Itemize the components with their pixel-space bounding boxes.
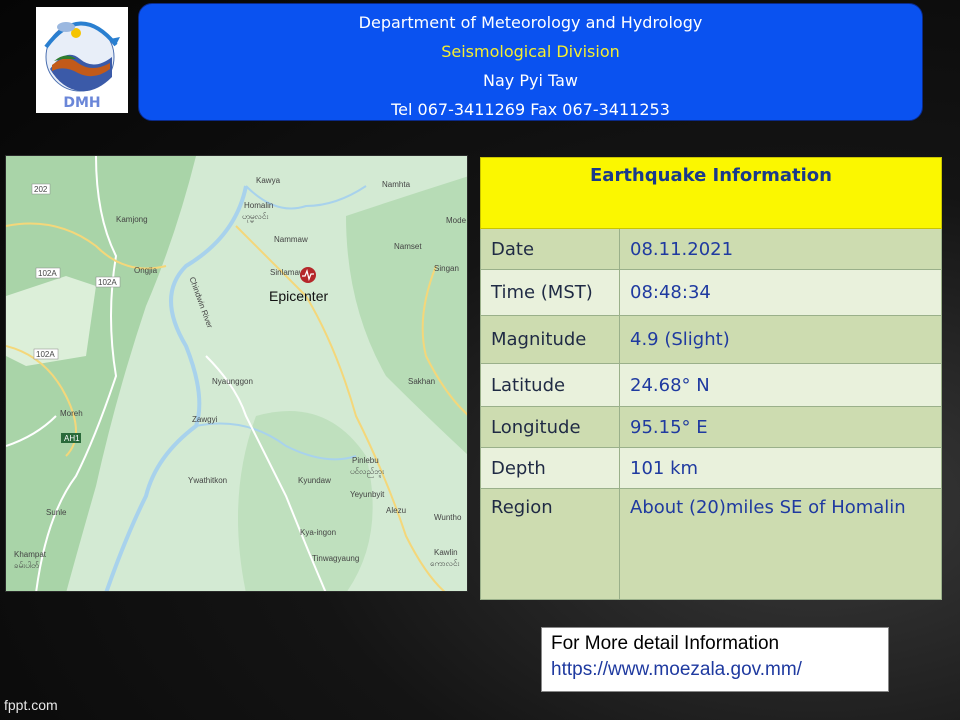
dmh-logo: DMH (36, 7, 128, 113)
row-value: About (20)miles SE of Homalin (619, 488, 942, 600)
city-name: Nay Pyi Taw (483, 71, 578, 90)
division-name: Seismological Division (441, 42, 620, 61)
place-mode: Mode (446, 216, 467, 225)
place-ywathitkon: Ywathitkon (188, 476, 228, 485)
row-value: 101 km (619, 447, 942, 489)
row-value: 4.9 (Slight) (619, 315, 942, 364)
row-label: Date (480, 228, 620, 270)
row-value: 24.68° N (619, 363, 942, 407)
row-label: Region (480, 488, 620, 600)
place-kyundaw: Kyundaw (298, 476, 331, 485)
place-nammaw: Nammaw (274, 235, 308, 244)
dmh-logo-emblem: DMH (44, 21, 120, 111)
place-pinlebu-mm: ပင်လည်ဘူး (350, 467, 384, 476)
place-moreh: Moreh (60, 409, 83, 418)
place-alezu: Alezu (386, 506, 407, 515)
place-khampat: Khampat (14, 550, 47, 559)
epicenter-label: Epicenter (269, 288, 329, 304)
contact-info: Tel 067-3411269 Fax 067-3411253 (391, 100, 670, 119)
place-namhta: Namhta (382, 180, 411, 189)
place-tinwagyaung: Tinwagyaung (312, 554, 360, 563)
place-kawya: Kawya (256, 176, 281, 185)
row-label: Longitude (480, 406, 620, 448)
row-label: Time (MST) (480, 269, 620, 316)
row-label: Latitude (480, 363, 620, 407)
place-singan: Singan (434, 264, 459, 273)
place-sakhan: Sakhan (408, 377, 436, 386)
more-info-box: For More detail Information https://www.… (541, 627, 889, 692)
place-ongjia: Ongjia (134, 266, 158, 275)
table-row: Latitude 24.68° N (480, 363, 942, 407)
more-info-text: For More detail Information (551, 633, 780, 654)
place-kawlin: Kawlin (434, 548, 458, 557)
header-banner: Department of Meteorology and Hydrology … (138, 3, 923, 121)
road-label-ah1: AH1 (64, 434, 80, 443)
place-zawgyi: Zawgyi (192, 415, 218, 424)
place-kawlin-mm: ကောလင်း (430, 559, 460, 568)
department-name: Department of Meteorology and Hydrology (358, 13, 703, 32)
epicenter-marker-icon (300, 267, 316, 283)
map-terrain (6, 156, 467, 591)
place-namset: Namset (394, 242, 422, 251)
table-row: Date 08.11.2021 (480, 228, 942, 270)
row-value: 95.15° E (619, 406, 942, 448)
row-value: 08.11.2021 (619, 228, 942, 270)
place-homalin: Homalin (244, 201, 274, 210)
place-yeyunbyit: Yeyunbyit (350, 490, 385, 499)
table-row: Longitude 95.15° E (480, 406, 942, 448)
epicenter-map: 202 102A 102A 102A AH1 Kawya Namhta Homa… (5, 155, 468, 592)
website-link[interactable]: https://www.moezala.gov.mm/ (551, 657, 888, 683)
table-row: Region About (20)miles SE of Homalin (480, 488, 942, 600)
earthquake-info-table: Earthquake Information Date 08.11.2021 T… (480, 157, 942, 600)
place-kamjong: Kamjong (116, 215, 148, 224)
table-title: Earthquake Information (480, 157, 942, 229)
row-value: 08:48:34 (619, 269, 942, 316)
row-label: Depth (480, 447, 620, 489)
place-khampat-mm: ခမ်းပါတ် (14, 561, 39, 570)
table-row: Time (MST) 08:48:34 (480, 269, 942, 316)
place-homalin-mm: ဟုမ္မလင်း (242, 212, 269, 221)
road-label-102a: 102A (36, 350, 55, 359)
svg-text:DMH: DMH (63, 95, 100, 111)
table-row: Depth 101 km (480, 447, 942, 489)
table-row: Magnitude 4.9 (Slight) (480, 315, 942, 364)
road-label-202: 202 (34, 185, 48, 194)
place-nyaunggon: Nyaunggon (212, 377, 253, 386)
fppt-watermark: fppt.com (4, 697, 58, 713)
road-label-102a: 102A (98, 278, 117, 287)
place-pinlebu: Pinlebu (352, 456, 379, 465)
place-wuntho: Wuntho (434, 513, 462, 522)
road-label-102a: 102A (38, 269, 57, 278)
row-label: Magnitude (480, 315, 620, 364)
place-sunle: Sunle (46, 508, 67, 517)
place-kya-ingon: Kya-ingon (300, 528, 337, 537)
